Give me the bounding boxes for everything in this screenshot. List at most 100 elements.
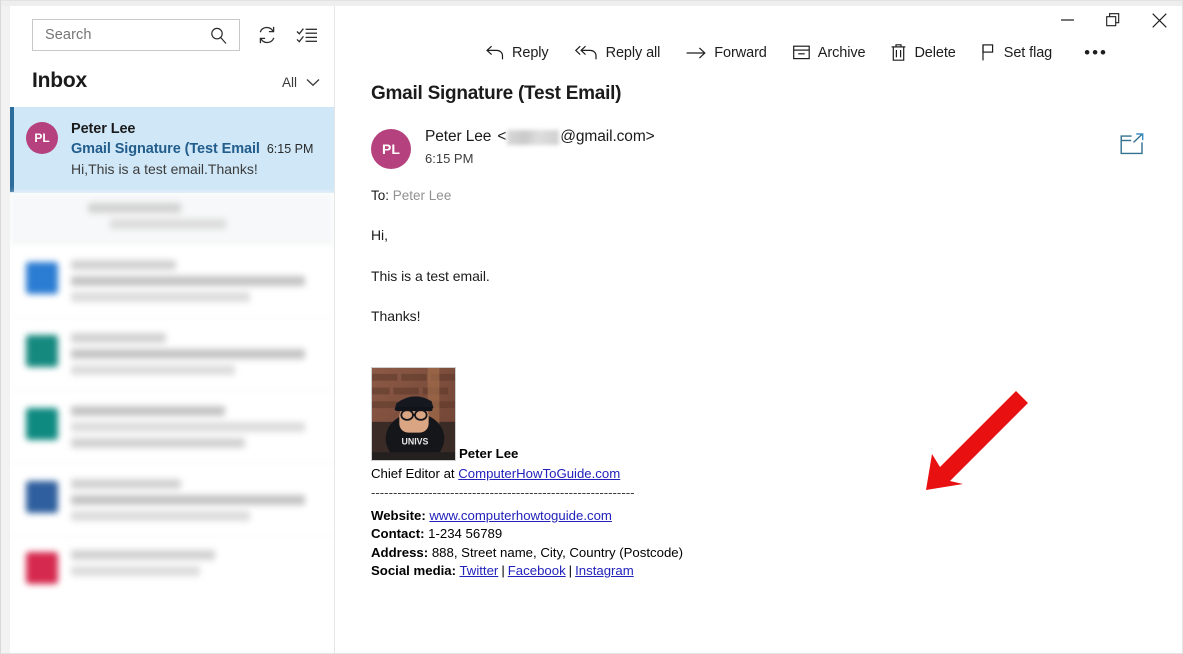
reply-icon: [486, 45, 504, 59]
list-item[interactable]: [10, 538, 334, 597]
avatar: PL: [26, 122, 58, 154]
signature-role: Chief Editor at ComputerHowToGuide.com: [371, 465, 1146, 483]
list-item-text: [26, 203, 320, 235]
list-item[interactable]: [10, 465, 334, 538]
twitter-link[interactable]: Twitter: [459, 563, 498, 578]
website-link[interactable]: www.computerhowtoguide.com: [429, 508, 612, 523]
avatar: [26, 481, 58, 513]
list-item-time: 6:15 PM: [266, 142, 314, 156]
signature-social-row: Social media: Twitter | Facebook | Instagram: [371, 562, 1146, 580]
list-item[interactable]: [10, 319, 334, 392]
sender-info: Peter Lee < @gmail.com> 6:15 PM: [425, 127, 1106, 166]
forward-button[interactable]: Forward: [686, 44, 767, 61]
list-item[interactable]: [10, 246, 334, 319]
list-item-text: [71, 333, 320, 375]
checklist-icon[interactable]: [294, 22, 320, 48]
list-item-text: [71, 260, 320, 302]
chevron-down-icon: [306, 79, 320, 87]
email-signature: UNIVS Peter Lee Chief Editor at Computer…: [335, 347, 1182, 580]
forward-arrow-icon: [686, 46, 706, 59]
forward-label: Forward: [714, 44, 767, 61]
delete-button[interactable]: Delete: [891, 44, 956, 61]
minimize-button[interactable]: [1044, 5, 1090, 35]
set-flag-label: Set flag: [1003, 44, 1053, 61]
sender-row: PL Peter Lee < @gmail.com> 6:15 PM: [371, 127, 1148, 169]
signature-role-prefix: Chief Editor at: [371, 466, 459, 482]
social-divider: |: [501, 563, 505, 579]
filter-label: All: [281, 75, 297, 90]
reply-button[interactable]: Reply: [486, 45, 549, 61]
svg-text:UNIVS: UNIVS: [402, 436, 429, 446]
facebook-link[interactable]: Facebook: [508, 563, 566, 578]
archive-button[interactable]: Archive: [792, 44, 866, 61]
list-item-subject-row: Gmail Signature (Test Email 6:15 PM: [71, 139, 320, 159]
list-item[interactable]: [10, 193, 334, 246]
delete-label: Delete: [914, 44, 956, 61]
more-options-button[interactable]: •••: [1084, 44, 1108, 61]
list-item-text: [71, 550, 320, 584]
search-icon[interactable]: [205, 22, 231, 48]
trash-icon: [892, 44, 906, 61]
sender-address-line: Peter Lee < @gmail.com>: [425, 128, 1106, 146]
filter-dropdown[interactable]: All: [282, 75, 320, 90]
folder-header: Inbox All: [10, 59, 334, 107]
close-button[interactable]: [1136, 5, 1182, 35]
reply-all-label: Reply all: [605, 44, 661, 61]
instagram-link[interactable]: Instagram: [575, 563, 634, 578]
signature-contact-row: Contact: 1-234 56789: [371, 525, 1146, 543]
signature-website-row: Website: www.computerhowtoguide.com: [371, 507, 1146, 525]
list-item[interactable]: PL Peter Lee Gmail Signature (Test Email…: [10, 107, 334, 193]
message-list[interactable]: PL Peter Lee Gmail Signature (Test Email…: [10, 107, 334, 653]
flag-icon: [982, 44, 993, 61]
to-value: Peter Lee: [392, 188, 452, 203]
signature-name: Peter Lee: [459, 445, 519, 461]
set-flag-button[interactable]: Set flag: [982, 44, 1052, 61]
signature-separator: ----------------------------------------…: [371, 485, 635, 501]
contact-label: Contact:: [371, 526, 425, 542]
page-title: Inbox: [32, 69, 87, 92]
sidebar-toolbar: Search: [10, 1, 334, 59]
social-divider: |: [568, 563, 573, 579]
list-item[interactable]: [10, 392, 334, 465]
archive-label: Archive: [817, 44, 866, 61]
email-open-bracket: <: [497, 128, 507, 145]
list-item-text: [71, 479, 320, 521]
sender-name: Peter Lee: [425, 128, 492, 145]
message-body: Hi, This is a test email. Thanks!: [335, 203, 1182, 347]
social-label: Social media:: [371, 563, 457, 579]
avatar: [26, 335, 58, 367]
redacted-email-local-part: [507, 129, 560, 145]
body-paragraph: This is a test email.: [371, 267, 490, 284]
window-titlebar: [335, 1, 1182, 39]
reply-label: Reply: [512, 44, 549, 61]
list-item-subject: Gmail Signature (Test Email: [71, 141, 260, 157]
address-value: 888, Street name, City, Country (Postcod…: [431, 544, 684, 560]
list-item-preview: Hi,This is a test email.Thanks!: [71, 161, 258, 177]
message-list-sidebar: Search Inbox All PL Peter Lee Gmail Sign…: [1, 1, 335, 653]
avatar: [26, 408, 58, 440]
avatar: [26, 552, 58, 584]
signature-photo-wrap: UNIVS Peter Lee: [371, 367, 1146, 462]
body-paragraph: Thanks!: [371, 308, 421, 325]
reply-all-button[interactable]: Reply all: [574, 44, 661, 61]
search-input[interactable]: Search: [32, 19, 240, 51]
open-in-new-window-icon[interactable]: [1120, 133, 1144, 160]
sender-email-domain: @gmail.com>: [560, 128, 655, 145]
list-item-text: [71, 406, 320, 448]
mail-app-window: Search Inbox All PL Peter Lee Gmail Sign…: [0, 0, 1183, 654]
contact-value: 1-234 56789: [428, 526, 503, 542]
archive-box-icon: [792, 45, 810, 60]
avatar: PL: [371, 129, 411, 169]
signature-site-link[interactable]: ComputerHowToGuide.com: [458, 466, 620, 481]
body-paragraph: Hi,: [371, 227, 388, 243]
avatar: [26, 262, 58, 294]
message-header: Gmail Signature (Test Email) PL Peter Le…: [335, 75, 1182, 203]
message-toolbar: Reply Reply all Forward Archive Delete S…: [335, 39, 1182, 75]
app-body: Search Inbox All PL Peter Lee Gmail Sign…: [1, 1, 1182, 653]
search-placeholder: Search: [45, 27, 92, 43]
website-label: Website:: [371, 507, 426, 523]
signature-address-row: Address: 888, Street name, City, Country…: [371, 544, 1146, 562]
sync-icon[interactable]: [254, 22, 280, 48]
to-label: To:: [371, 188, 390, 203]
restore-button[interactable]: [1090, 5, 1136, 35]
